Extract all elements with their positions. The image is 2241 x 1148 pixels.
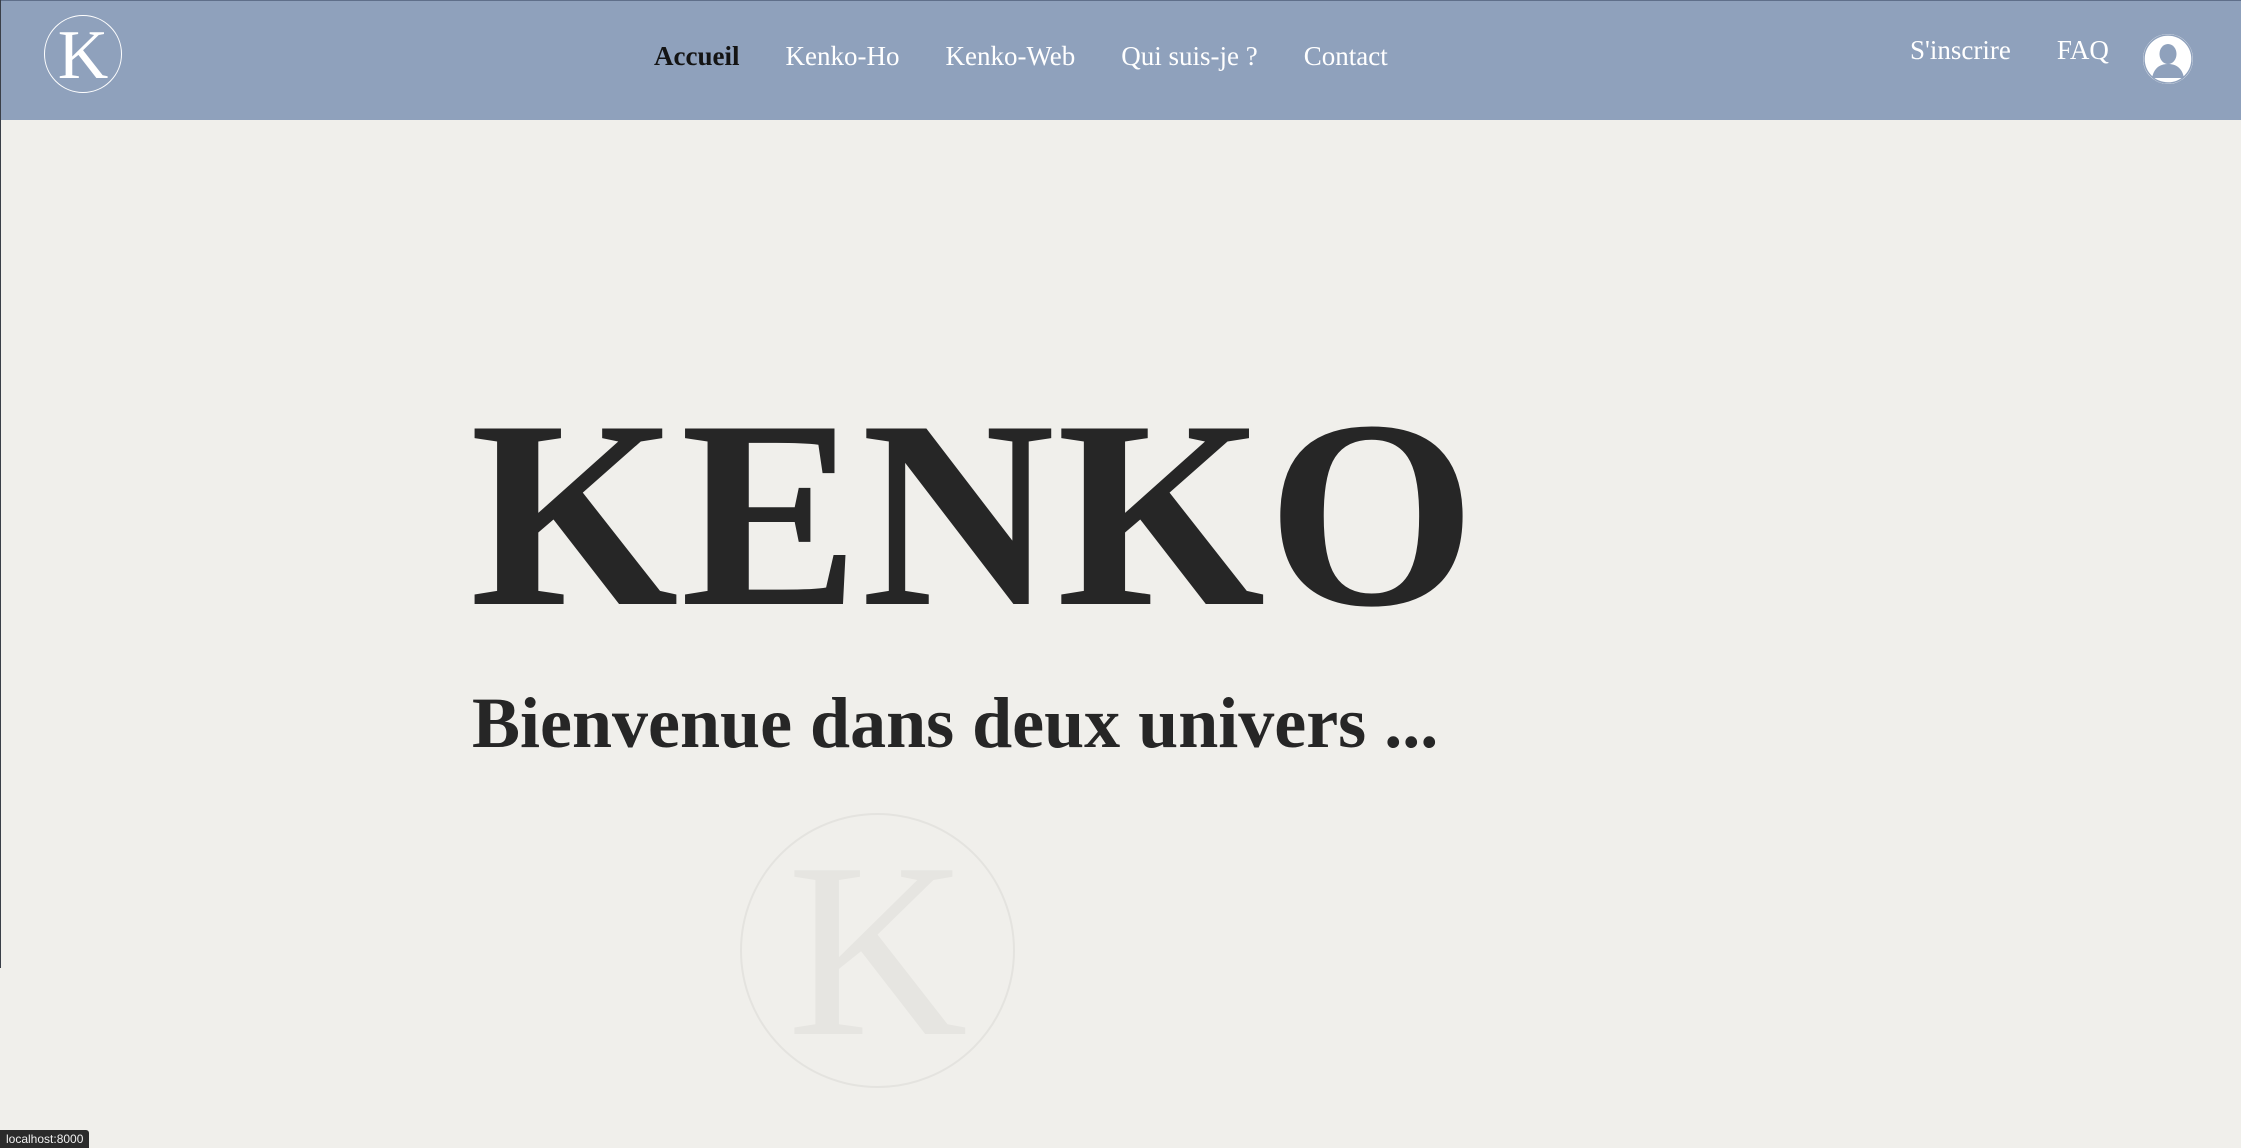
k-logo-icon[interactable]: K bbox=[44, 15, 122, 93]
user-silhouette-icon bbox=[2143, 34, 2193, 84]
hero-subtitle: Bienvenue dans deux univers ... bbox=[472, 683, 1439, 763]
hero-title: KENKO bbox=[470, 365, 1478, 662]
watermark-letter: K bbox=[787, 811, 968, 1089]
nav-right-links: S'inscrire FAQ bbox=[1910, 35, 2109, 66]
nav-link-qui-suis-je[interactable]: Qui suis-je ? bbox=[1121, 41, 1257, 72]
nav-link-kenko-ho[interactable]: Kenko-Ho bbox=[785, 41, 899, 72]
nav-link-accueil[interactable]: Accueil bbox=[654, 41, 739, 72]
k-watermark-icon: K bbox=[740, 813, 1015, 1088]
nav-link-kenko-web[interactable]: Kenko-Web bbox=[945, 41, 1075, 72]
status-bar-url: localhost:8000 bbox=[0, 1130, 90, 1148]
main-nav: Accueil Kenko-Ho Kenko-Web Qui suis-je ?… bbox=[654, 41, 1388, 72]
signup-link[interactable]: S'inscrire bbox=[1910, 35, 2011, 66]
user-avatar-icon[interactable] bbox=[2143, 34, 2193, 84]
faq-link[interactable]: FAQ bbox=[2057, 35, 2109, 66]
top-navbar: K Accueil Kenko-Ho Kenko-Web Qui suis-je… bbox=[0, 0, 2241, 120]
logo-letter: K bbox=[57, 17, 109, 94]
left-edge-rule bbox=[0, 0, 1, 968]
nav-link-contact[interactable]: Contact bbox=[1304, 41, 1388, 72]
